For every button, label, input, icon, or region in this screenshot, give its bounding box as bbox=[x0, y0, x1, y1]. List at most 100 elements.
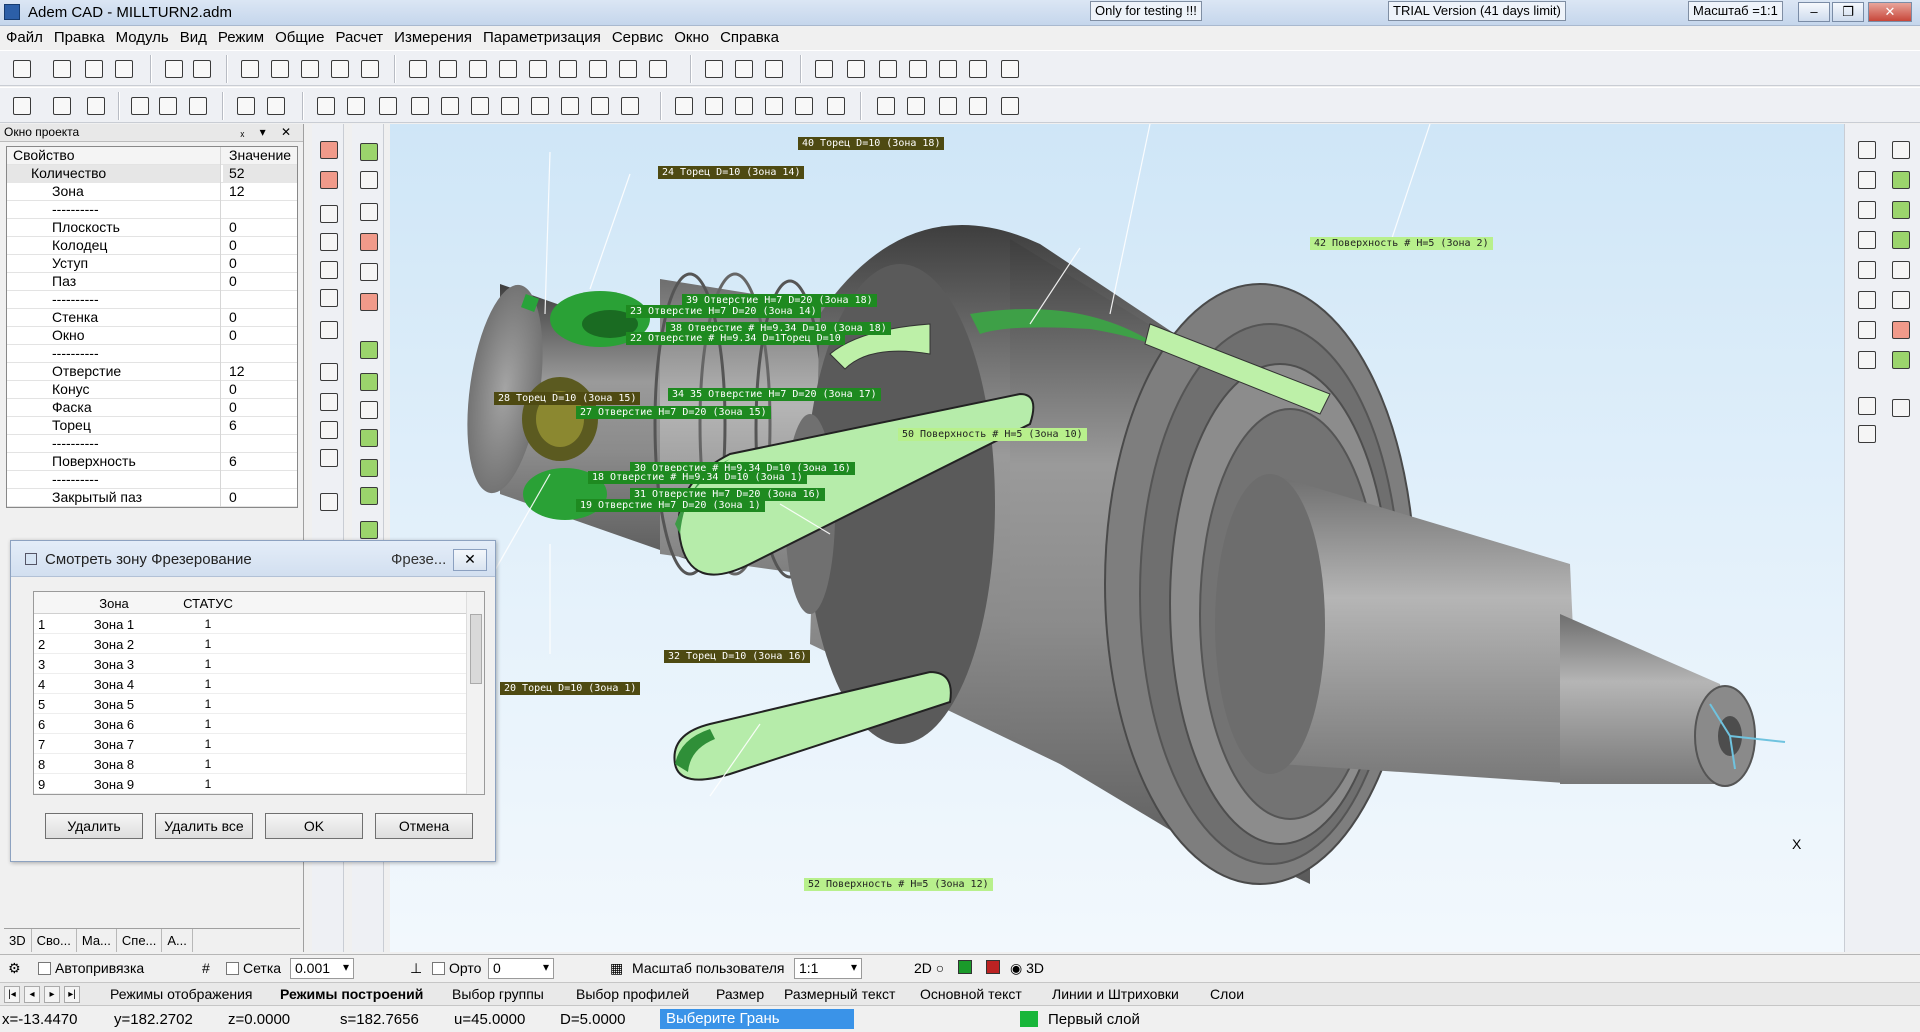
dimension-chain-icon[interactable] bbox=[964, 92, 990, 118]
angle-dim-icon[interactable] bbox=[730, 92, 756, 118]
tab-dimension-text[interactable]: Размерный текст bbox=[784, 986, 895, 1002]
property-row[interactable]: Колодец 0 bbox=[7, 237, 297, 255]
property-row[interactable]: ---------- bbox=[7, 345, 297, 363]
scissors-icon[interactable] bbox=[1853, 256, 1879, 282]
solid-union-icon[interactable] bbox=[644, 55, 670, 81]
rotate-icon[interactable] bbox=[315, 256, 341, 282]
extend-icon[interactable] bbox=[315, 444, 341, 470]
property-row[interactable]: ---------- bbox=[7, 291, 297, 309]
tab-main-text[interactable]: Основной текст bbox=[920, 986, 1022, 1002]
feature-label[interactable]: 20 Торец D=10 (Зона 1) bbox=[500, 682, 641, 695]
pencil-icon[interactable] bbox=[236, 55, 262, 81]
text-icon[interactable] bbox=[760, 55, 786, 81]
text-a-icon[interactable] bbox=[670, 92, 696, 118]
property-row[interactable]: Окно 0 bbox=[7, 327, 297, 345]
zone-row[interactable]: 1 Зона 1 1 bbox=[34, 614, 484, 634]
pan-icon[interactable] bbox=[934, 55, 960, 81]
dimension-vertical-icon[interactable] bbox=[872, 92, 898, 118]
panel-controls[interactable]: ₓ ▾ ✕ bbox=[240, 125, 297, 139]
autosnap-toggle[interactable]: Автопривязка bbox=[38, 960, 144, 976]
tab-dimension[interactable]: Размер bbox=[716, 986, 764, 1002]
tab-layers[interactable]: Слои bbox=[1210, 986, 1244, 1002]
rotate-view-icon[interactable] bbox=[964, 55, 990, 81]
hatch-icon[interactable] bbox=[356, 55, 382, 81]
print-icon[interactable] bbox=[110, 55, 136, 81]
undo-icon[interactable] bbox=[232, 92, 258, 118]
shade-icon[interactable] bbox=[1887, 346, 1913, 372]
surface-icon[interactable] bbox=[326, 55, 352, 81]
mode-2d-option[interactable]: 2D ○ bbox=[914, 960, 944, 976]
snap-settings-icon[interactable]: ⚙ bbox=[8, 960, 21, 977]
maximize-button[interactable]: ❐ bbox=[1832, 2, 1864, 22]
property-row[interactable]: Фаска 0 bbox=[7, 399, 297, 417]
document-icon[interactable] bbox=[1853, 346, 1879, 372]
zone-row[interactable]: 2 Зона 2 1 bbox=[34, 634, 484, 654]
autosnap-checkbox[interactable] bbox=[38, 962, 51, 975]
section-icon[interactable] bbox=[1853, 420, 1879, 446]
tolerance-icon[interactable] bbox=[790, 92, 816, 118]
solid-revolve-icon[interactable] bbox=[584, 55, 610, 81]
cnc-boss-icon[interactable] bbox=[355, 198, 381, 224]
cut-icon[interactable] bbox=[315, 166, 341, 192]
property-row[interactable]: Торец 6 bbox=[7, 417, 297, 435]
property-row[interactable]: Поверхность 6 bbox=[7, 453, 297, 471]
redo-icon[interactable] bbox=[262, 92, 288, 118]
delete-button[interactable]: Удалить bbox=[45, 813, 143, 839]
menu-service[interactable]: Сервис bbox=[606, 26, 668, 46]
property-row[interactable]: Закрытый паз 0 bbox=[7, 489, 297, 507]
grid-step-select[interactable]: 0.001 bbox=[290, 958, 354, 979]
menu-view[interactable]: Вид bbox=[174, 26, 212, 46]
feature-label[interactable]: 52 Поверхность # H=5 (Зона 12) bbox=[804, 878, 993, 891]
feature-label[interactable]: 22 Отверстие # H=9.34 D=1Торец D=10 bbox=[626, 332, 845, 345]
property-row[interactable]: Стенка 0 bbox=[7, 309, 297, 327]
viewport-3d[interactable]: 40 Торец D=10 (Зона 18) 24 Торец D=10 (З… bbox=[390, 124, 1844, 952]
tab-prev-button[interactable]: ◂ bbox=[24, 986, 40, 1003]
tab-next-button[interactable]: ▸ bbox=[44, 986, 60, 1003]
solid-shell-icon[interactable] bbox=[554, 55, 580, 81]
arc-icon[interactable] bbox=[436, 92, 462, 118]
layer-color-swatch[interactable] bbox=[1020, 1011, 1038, 1027]
property-row[interactable]: Паз 0 bbox=[7, 273, 297, 291]
dialog-close-button[interactable]: ✕ bbox=[453, 549, 487, 571]
circle-3pt-icon[interactable] bbox=[406, 92, 432, 118]
property-row[interactable]: ---------- bbox=[7, 471, 297, 489]
cnc-face-icon[interactable] bbox=[355, 138, 381, 164]
menu-measure[interactable]: Измерения bbox=[388, 26, 477, 46]
view-green-icon[interactable] bbox=[958, 960, 972, 974]
solid-hole-icon[interactable] bbox=[494, 55, 520, 81]
scale-icon[interactable] bbox=[315, 284, 341, 310]
tool-path-icon[interactable] bbox=[842, 55, 868, 81]
layers-icon[interactable] bbox=[8, 92, 34, 118]
document-check-icon[interactable] bbox=[154, 92, 180, 118]
polygon-icon[interactable] bbox=[1853, 196, 1879, 222]
copy-face-icon[interactable] bbox=[315, 200, 341, 226]
delete-face-icon[interactable] bbox=[315, 136, 341, 162]
tab-first-button[interactable]: |◂ bbox=[4, 986, 20, 1003]
dimension-horizontal-icon[interactable] bbox=[902, 92, 928, 118]
close-button[interactable]: ✕ bbox=[1868, 2, 1912, 22]
solid-fill-icon[interactable] bbox=[1887, 226, 1913, 252]
magnet-icon[interactable] bbox=[700, 55, 726, 81]
angle-icon[interactable] bbox=[1853, 226, 1879, 252]
checkmark-icon[interactable] bbox=[1853, 392, 1879, 418]
zone-row[interactable]: 8 Зона 8 1 bbox=[34, 754, 484, 774]
solid-sweep-icon[interactable] bbox=[524, 55, 550, 81]
text-style-icon[interactable] bbox=[700, 92, 726, 118]
document-edit-icon[interactable] bbox=[184, 92, 210, 118]
tab-3d[interactable]: 3D bbox=[4, 929, 32, 952]
checker-icon[interactable] bbox=[1887, 394, 1913, 420]
zoom-window-icon[interactable] bbox=[904, 55, 930, 81]
tab-specification[interactable]: Спе... bbox=[117, 929, 163, 952]
property-row[interactable]: Отверстие 12 bbox=[7, 363, 297, 381]
menu-file[interactable]: Файл bbox=[0, 26, 48, 46]
feature-label[interactable]: 34 35 Отверстие H=7 D=20 (Зона 17) bbox=[668, 388, 881, 401]
ellipse-icon[interactable] bbox=[526, 92, 552, 118]
property-row[interactable]: Уступ 0 bbox=[7, 255, 297, 273]
knife-icon[interactable] bbox=[1853, 286, 1879, 312]
grid-toggle[interactable]: Сетка bbox=[226, 960, 281, 976]
edge-icon[interactable] bbox=[1887, 136, 1913, 162]
offset-icon[interactable] bbox=[586, 92, 612, 118]
grid-checkbox[interactable] bbox=[226, 962, 239, 975]
solid-face-icon[interactable] bbox=[1887, 166, 1913, 192]
property-row[interactable]: Зона 12 bbox=[7, 183, 297, 201]
